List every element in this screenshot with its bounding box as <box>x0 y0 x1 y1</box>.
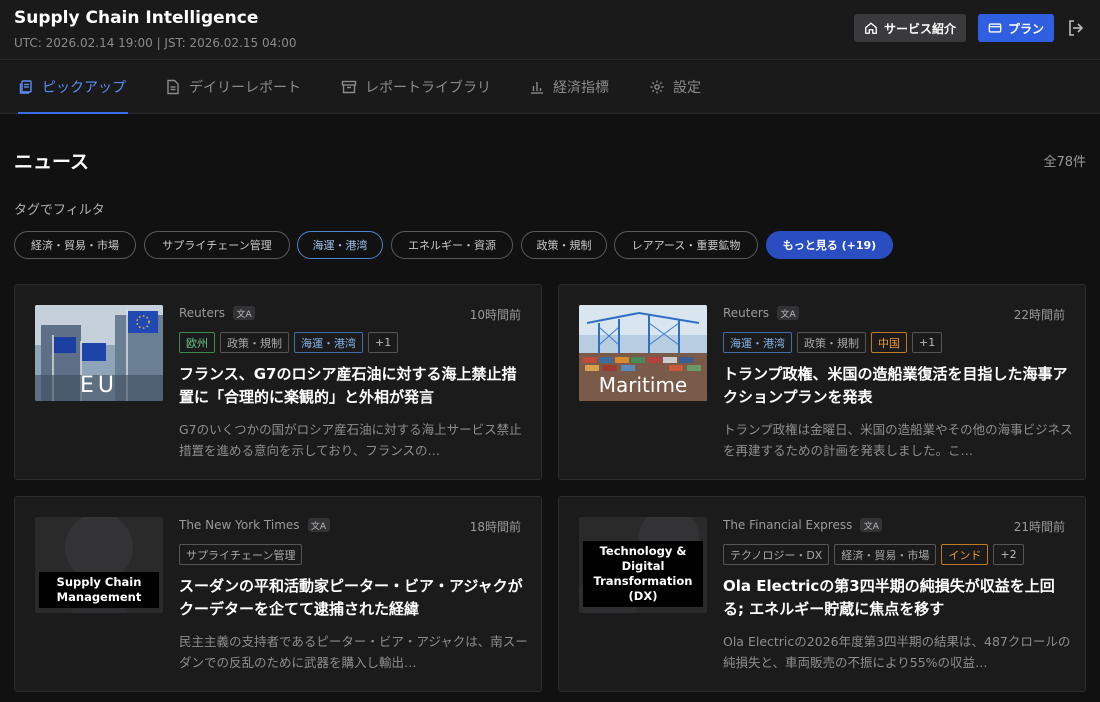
tab-pickup[interactable]: ピックアップ <box>18 61 128 114</box>
article-tag[interactable]: 政策・規制 <box>220 332 289 353</box>
filter-chip-selected[interactable]: 海運・港湾 <box>297 231 383 259</box>
show-more-tags-button[interactable]: もっと見る (+19) <box>766 231 893 259</box>
article-thumbnail: Maritime <box>579 305 707 401</box>
article-tags: サプライチェーン管理 <box>179 544 303 565</box>
news-card[interactable]: EU Reuters 文A 10時間前 欧州 政策・規制 海運・港湾 +1 フラ… <box>14 284 542 480</box>
thumbnail-label: Technology & Digital Transformation (DX) <box>583 541 703 607</box>
document-icon <box>167 79 179 95</box>
article-tag[interactable]: テクノロジー・DX <box>723 544 830 565</box>
thumbnail-label: Supply Chain Management <box>39 572 159 608</box>
article-tag[interactable]: 中国 <box>871 332 907 353</box>
source-name: The Financial Express <box>723 518 853 532</box>
source-name: Reuters <box>723 306 770 320</box>
thumbnail-label: Maritime <box>598 373 688 397</box>
article-time: 21時間前 <box>1013 520 1065 534</box>
article-source: Reuters 文A <box>723 306 800 320</box>
article-tag[interactable]: インド <box>941 544 989 565</box>
news-card[interactable]: Technology & Digital Transformation (DX)… <box>558 496 1086 692</box>
article-tag-more[interactable]: +1 <box>912 332 943 353</box>
article-summary: トランプ政権は金曜日、米国の造船業やその他の海事ビジネスを再建するための計画を発… <box>723 422 1073 458</box>
tab-label: ピックアップ <box>42 80 126 96</box>
article-headline[interactable]: スーダンの平和活動家ピーター・ビア・アジャクがクーデターを企てて逮捕された経緯 <box>179 575 529 621</box>
news-title: ニュース <box>14 151 90 173</box>
logout-icon[interactable] <box>1066 18 1086 38</box>
article-time: 22時間前 <box>1013 308 1065 322</box>
article-source: Reuters 文A <box>179 306 256 320</box>
article-summary: G7のいくつかの国がロシア産石油に対する海上サービス禁止措置を進める意向を示して… <box>179 422 522 458</box>
translate-icon: 文A <box>860 518 883 532</box>
news-card[interactable]: Maritime Reuters 文A 22時間前 海運・港湾 政策・規制 中国… <box>558 284 1086 480</box>
pickup-icon <box>19 80 32 94</box>
timestamp: UTC: 2026.02.14 19:00 | JST: 2026.02.15 … <box>14 36 297 50</box>
article-tag[interactable]: 政策・規制 <box>797 332 866 353</box>
thumbnail-label: EU <box>79 373 118 398</box>
app-header: Supply Chain Intelligence UTC: 2026.02.1… <box>0 0 1100 60</box>
article-thumbnail: EU <box>35 305 163 401</box>
article-tags: 欧州 政策・規制 海運・港湾 +1 <box>179 332 399 353</box>
plan-button[interactable]: プラン <box>978 14 1054 42</box>
bar-chart-icon <box>531 82 543 94</box>
tab-label: デイリーレポート <box>189 80 301 96</box>
source-name: The New York Times <box>179 518 300 532</box>
filter-chip[interactable]: レアアース・重要鉱物 <box>614 231 758 259</box>
article-tag[interactable]: 経済・貿易・市場 <box>834 544 937 565</box>
article-headline[interactable]: Ola Electricの第3四半期の純損失が収益を上回る; エネルギー貯蔵に焦… <box>723 575 1073 621</box>
plan-label: プラン <box>1008 21 1045 36</box>
translate-icon: 文A <box>777 306 800 320</box>
news-card[interactable]: Supply Chain Management The New York Tim… <box>14 496 542 692</box>
article-headline[interactable]: フランス、G7のロシア産石油に対する海上禁止措置に「合理的に楽観的」と外相が発言 <box>179 363 529 409</box>
archive-icon <box>341 80 357 94</box>
article-thumbnail: Technology & Digital Transformation (DX) <box>579 517 707 613</box>
main-tabs: ピックアップ デイリーレポート レポートライブラリ 経済指標 設定 <box>0 61 1100 114</box>
article-thumbnail: Supply Chain Management <box>35 517 163 613</box>
article-tags: テクノロジー・DX 経済・貿易・市場 インド +2 <box>723 544 1024 565</box>
translate-icon: 文A <box>307 518 330 532</box>
filter-chip[interactable]: サプライチェーン管理 <box>144 231 290 259</box>
tab-label: 経済指標 <box>553 80 609 96</box>
article-source: The Financial Express 文A <box>723 518 883 532</box>
tag-filter-label: タグでフィルタ <box>14 203 105 218</box>
tab-daily-report[interactable]: デイリーレポート <box>165 61 301 113</box>
home-icon <box>865 22 877 34</box>
tab-label: 設定 <box>673 80 701 96</box>
source-name: Reuters <box>179 306 226 320</box>
article-summary: 民主主義の支持者であるピーター・ビア・アジャクは、南スーダンでの反乱のために武器… <box>179 634 528 670</box>
article-tag[interactable]: 海運・港湾 <box>294 332 363 353</box>
news-total-count: 全78件 <box>1043 155 1086 170</box>
gear-icon <box>650 80 664 94</box>
tab-report-library[interactable]: レポートライブラリ <box>341 61 491 113</box>
tab-label: レポートライブラリ <box>365 80 491 96</box>
service-intro-label: サービス紹介 <box>884 21 957 36</box>
service-intro-button[interactable]: サービス紹介 <box>854 14 966 42</box>
article-headline[interactable]: トランプ政権、米国の造船業復活を目指した海事アクションプランを発表 <box>723 363 1073 409</box>
article-time: 18時間前 <box>469 520 521 534</box>
article-tag[interactable]: 海運・港湾 <box>723 332 792 353</box>
filter-chip[interactable]: エネルギー・資源 <box>391 231 513 259</box>
filter-chip[interactable]: 経済・貿易・市場 <box>14 231 136 259</box>
tab-settings[interactable]: 設定 <box>649 61 701 113</box>
app-title: Supply Chain Intelligence <box>14 8 259 28</box>
card-icon <box>988 23 1002 33</box>
article-source: The New York Times 文A <box>179 518 330 532</box>
article-tag[interactable]: サプライチェーン管理 <box>179 544 303 565</box>
article-summary: Ola Electricの2026年度第3四半期の結果は、487クロールの純損失… <box>723 634 1071 670</box>
filter-chip[interactable]: 政策・規制 <box>521 231 607 259</box>
tab-economic-indicators[interactable]: 経済指標 <box>529 61 609 113</box>
article-tag-more[interactable]: +1 <box>368 332 399 353</box>
translate-icon: 文A <box>233 306 256 320</box>
article-tags: 海運・港湾 政策・規制 中国 +1 <box>723 332 943 353</box>
article-tag-more[interactable]: +2 <box>993 544 1024 565</box>
article-tag[interactable]: 欧州 <box>179 332 215 353</box>
article-time: 10時間前 <box>469 308 521 322</box>
